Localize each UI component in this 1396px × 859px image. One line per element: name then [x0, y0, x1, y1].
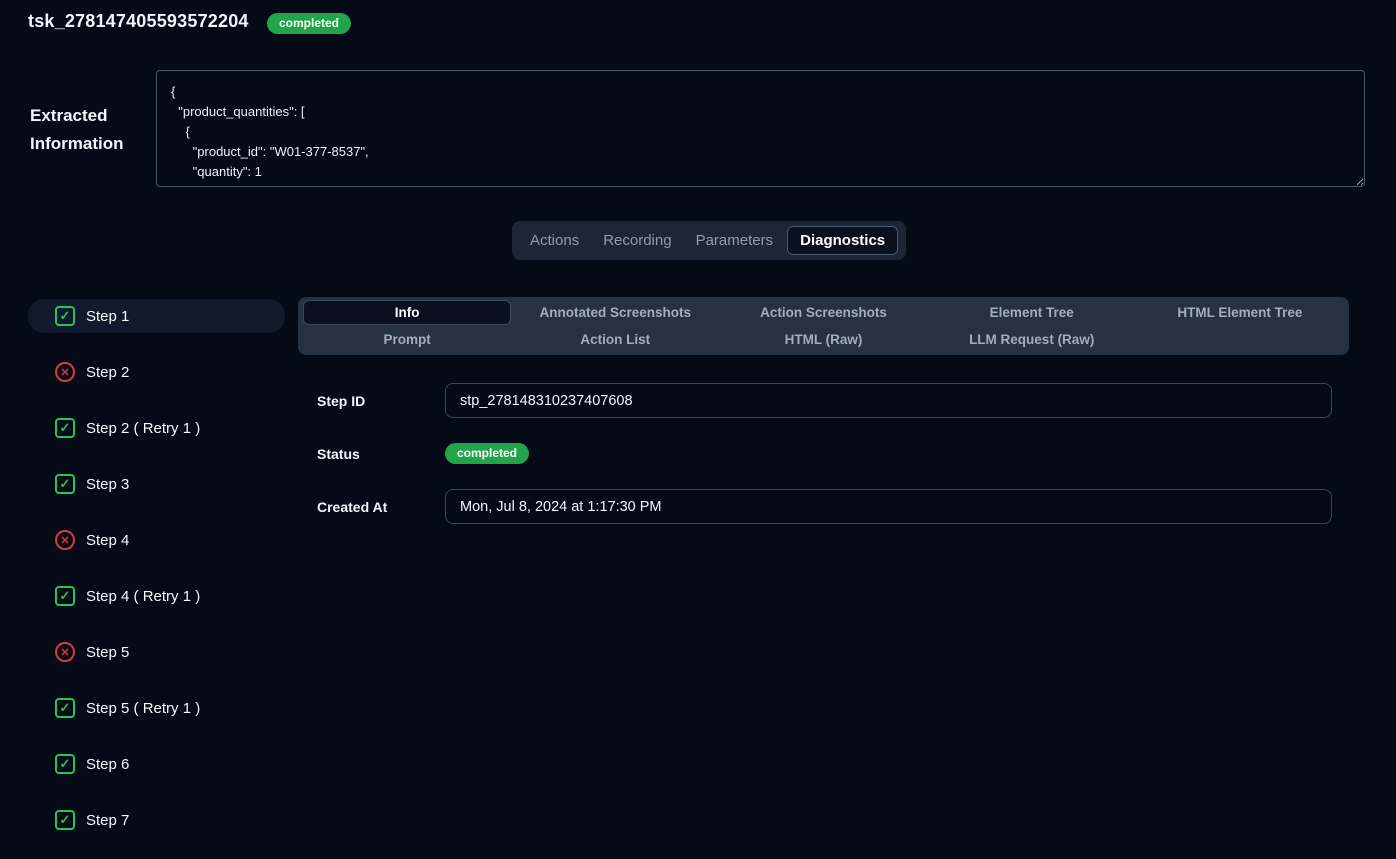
step-item-step-7[interactable]: ✓ Step 7	[28, 803, 285, 837]
check-square-icon: ✓	[55, 306, 75, 326]
step-item-label: Step 4	[86, 532, 129, 549]
step-item-step-5[interactable]: ✕ Step 5	[28, 635, 285, 669]
step-item-step-6[interactable]: ✓ Step 6	[28, 747, 285, 781]
tab-diagnostics[interactable]: Diagnostics	[787, 226, 898, 255]
subtab-annotated-screenshots[interactable]: Annotated Screenshots	[511, 300, 719, 325]
created-at-label: Created At	[317, 499, 387, 515]
check-square-icon: ✓	[55, 586, 75, 606]
x-circle-icon: ✕	[55, 530, 75, 550]
x-circle-icon: ✕	[55, 362, 75, 382]
subtab-row: PromptAction ListHTML (Raw)LLM Request (…	[303, 327, 1344, 352]
x-circle-icon: ✕	[55, 642, 75, 662]
step-item-label: Step 6	[86, 756, 129, 773]
step-item-step-5-retry-1[interactable]: ✓ Step 5 ( Retry 1 )	[28, 691, 285, 725]
created-at-input[interactable]	[445, 489, 1332, 524]
extracted-information-textarea[interactable]: { "product_quantities": [ { "product_id"…	[156, 70, 1365, 187]
check-square-icon: ✓	[55, 698, 75, 718]
tab-parameters[interactable]: Parameters	[686, 227, 784, 254]
check-square-icon: ✓	[55, 754, 75, 774]
subtab-element-tree[interactable]: Element Tree	[928, 300, 1136, 325]
step-item-step-3[interactable]: ✓ Step 3	[28, 467, 285, 501]
step-item-label: Step 2 ( Retry 1 )	[86, 420, 200, 437]
subtab-action-list[interactable]: Action List	[511, 327, 719, 352]
subtab-info[interactable]: Info	[303, 300, 511, 325]
subtab-llm-request-raw[interactable]: LLM Request (Raw)	[928, 327, 1136, 352]
step-item-label: Step 1	[86, 308, 129, 325]
step-item-label: Step 5 ( Retry 1 )	[86, 700, 200, 717]
steps-sidebar: ✓ Step 1 ✕ Step 2 ✓ Step 2 ( Retry 1 ) ✓…	[28, 299, 285, 859]
step-item-step-1[interactable]: ✓ Step 1	[28, 299, 285, 333]
tab-recording[interactable]: Recording	[593, 227, 681, 254]
step-item-step-4[interactable]: ✕ Step 4	[28, 523, 285, 557]
step-item-step-4-retry-1[interactable]: ✓ Step 4 ( Retry 1 )	[28, 579, 285, 613]
main-tab-bar: ActionsRecordingParametersDiagnostics	[512, 221, 906, 260]
diagnostics-subtabs: InfoAnnotated ScreenshotsAction Screensh…	[298, 297, 1349, 355]
subtab-html-raw[interactable]: HTML (Raw)	[719, 327, 927, 352]
tab-actions[interactable]: Actions	[520, 227, 589, 254]
task-status-badge: completed	[267, 13, 351, 34]
step-id-input[interactable]	[445, 383, 1332, 418]
check-square-icon: ✓	[55, 810, 75, 830]
subtab-html-element-tree[interactable]: HTML Element Tree	[1136, 300, 1344, 325]
subtab-action-screenshots[interactable]: Action Screenshots	[719, 300, 927, 325]
step-item-step-2[interactable]: ✕ Step 2	[28, 355, 285, 389]
step-item-step-2-retry-1[interactable]: ✓ Step 2 ( Retry 1 )	[28, 411, 285, 445]
subtab-row: InfoAnnotated ScreenshotsAction Screensh…	[303, 300, 1344, 325]
step-id-label: Step ID	[317, 393, 365, 409]
page-title: tsk_278147405593572204	[28, 11, 249, 32]
extracted-information-label: Extracted Information	[30, 102, 155, 158]
step-item-label: Step 5	[86, 644, 129, 661]
subtab-prompt[interactable]: Prompt	[303, 327, 511, 352]
step-item-label: Step 2	[86, 364, 129, 381]
step-item-label: Step 3	[86, 476, 129, 493]
check-square-icon: ✓	[55, 474, 75, 494]
check-square-icon: ✓	[55, 418, 75, 438]
step-item-label: Step 4 ( Retry 1 )	[86, 588, 200, 605]
status-label: Status	[317, 446, 360, 462]
step-status-badge: completed	[445, 443, 529, 464]
